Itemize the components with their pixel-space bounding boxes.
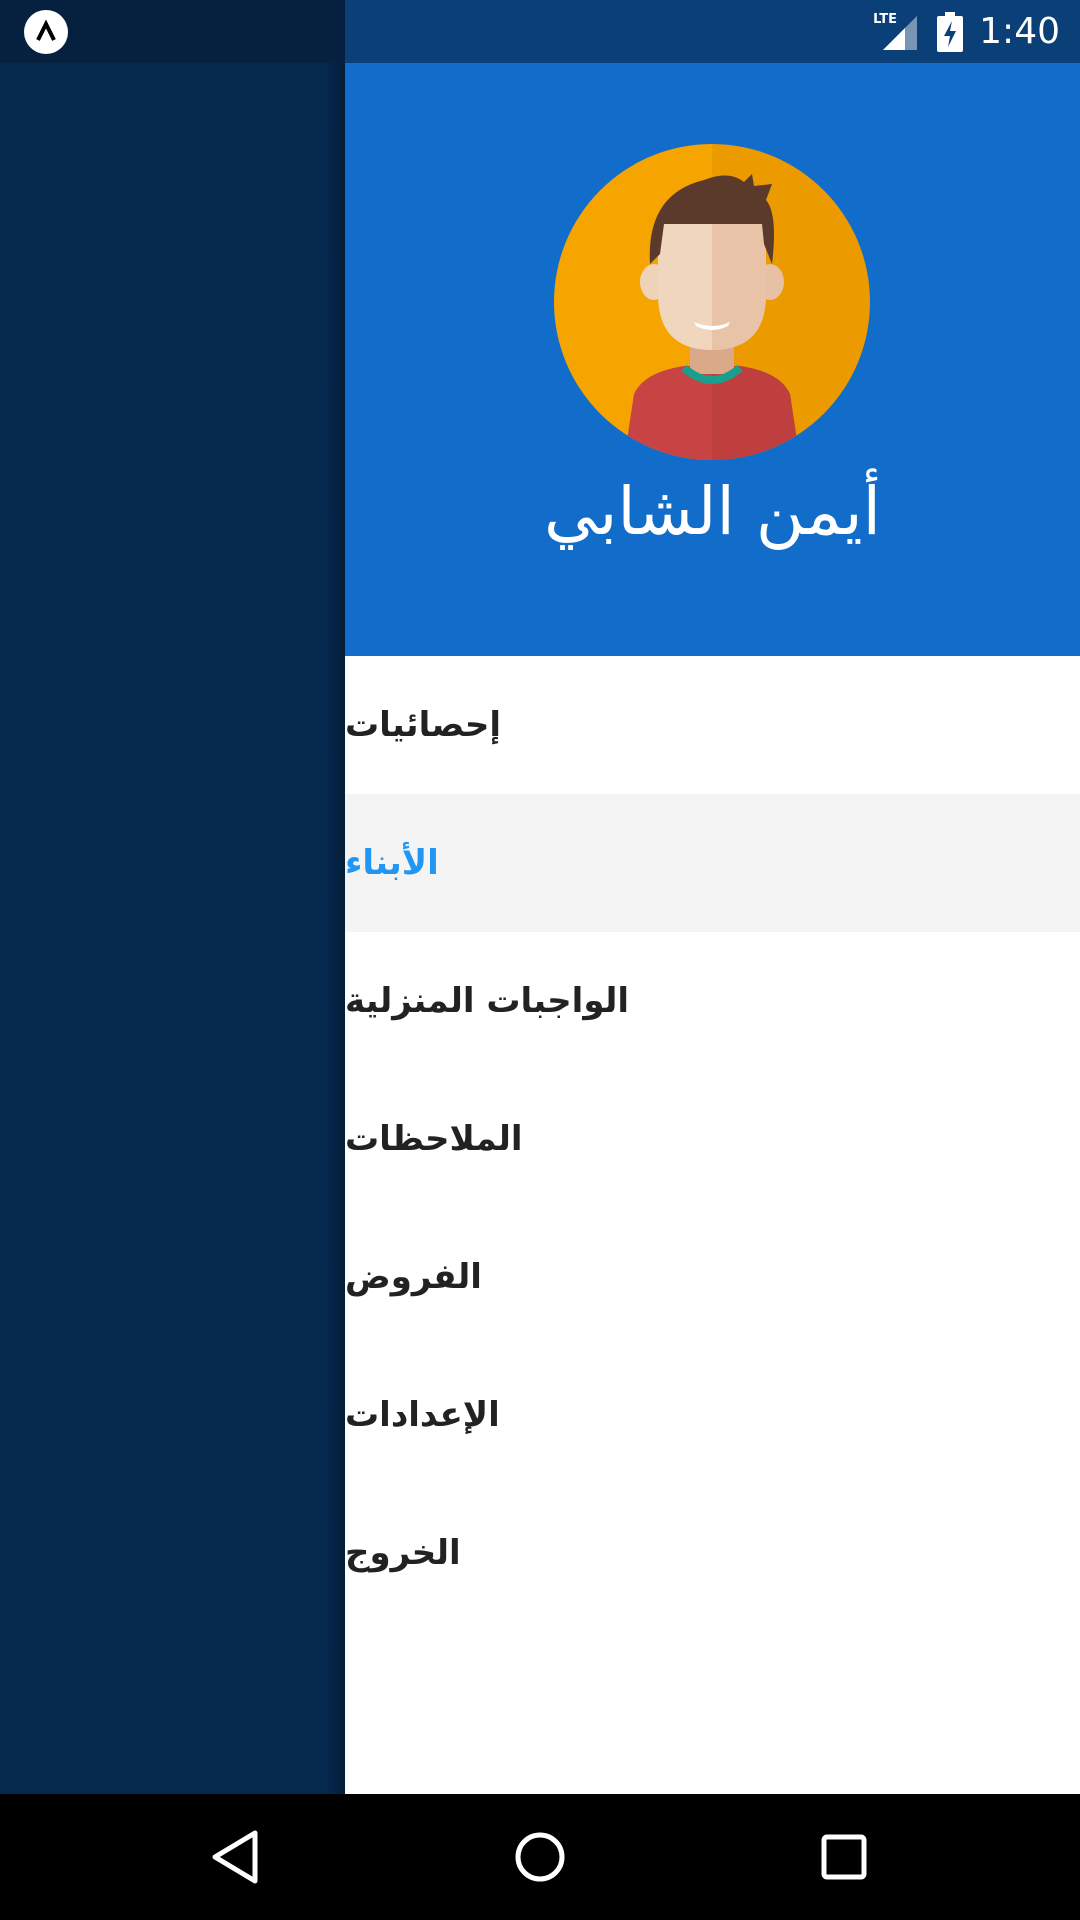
drawer-shadow [325, 63, 345, 1794]
menu-item-label: الخروج [345, 1533, 461, 1573]
user-avatar[interactable] [554, 144, 870, 460]
menu-item-logout[interactable]: الخروج [345, 1484, 1080, 1622]
scrim[interactable] [0, 63, 345, 1794]
system-nav-bar [0, 1794, 1080, 1920]
user-name: أيمن الشابي [544, 473, 881, 550]
clock: 1:40 [979, 11, 1060, 52]
battery-charging-icon [937, 11, 964, 52]
status-icons: LTE 1:40 [873, 0, 1060, 63]
signal-icon: LTE [873, 12, 921, 52]
menu-item-label: الإعدادات [345, 1395, 500, 1435]
navigation-drawer: أيمن الشابي إحصائيات الأبناء الواجبات ال… [345, 63, 1080, 1794]
menu-item-children[interactable]: الأبناء [345, 794, 1080, 932]
menu-item-label: الواجبات المنزلية [345, 981, 630, 1021]
menu-item-settings[interactable]: الإعدادات [345, 1346, 1080, 1484]
menu-item-notes[interactable]: الملاحظات [345, 1070, 1080, 1208]
drawer-menu: إحصائيات الأبناء الواجبات المنزلية الملا… [345, 656, 1080, 1622]
menu-item-statistics[interactable]: إحصائيات [345, 656, 1080, 794]
drawer-header: أيمن الشابي [345, 63, 1080, 656]
menu-item-label: الملاحظات [345, 1119, 523, 1159]
status-bar: LTE 1:40 [0, 0, 1080, 63]
recents-icon[interactable] [814, 1827, 874, 1887]
menu-item-label: الفروض [345, 1257, 482, 1297]
menu-item-homework[interactable]: الواجبات المنزلية [345, 932, 1080, 1070]
back-icon[interactable] [205, 1827, 265, 1887]
home-icon[interactable] [510, 1827, 570, 1887]
menu-item-label: الأبناء [345, 843, 439, 883]
menu-item-assignments[interactable]: الفروض [345, 1208, 1080, 1346]
menu-item-label: إحصائيات [345, 705, 502, 745]
app-icon [24, 10, 68, 54]
